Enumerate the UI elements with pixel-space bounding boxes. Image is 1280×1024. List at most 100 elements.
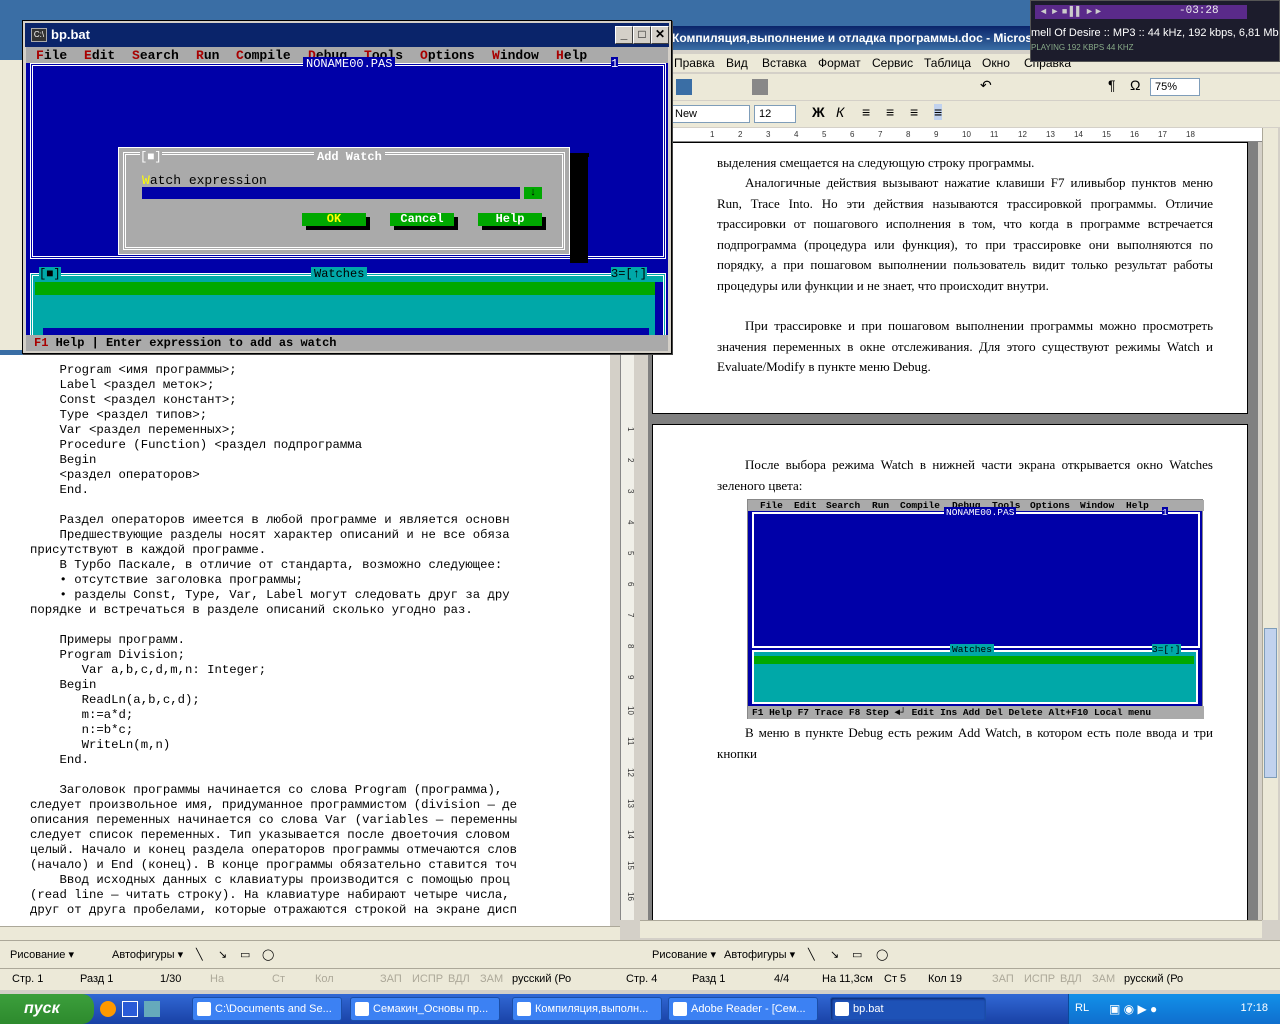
menu-format[interactable]: Формат [818, 56, 861, 70]
status-f1-key[interactable]: F1 [34, 336, 48, 350]
right-hscrollbar[interactable] [640, 920, 1262, 938]
ruler-mark: 8 [626, 644, 635, 649]
maximize-button[interactable]: □ [633, 26, 651, 44]
arrow-icon[interactable]: ↘ [218, 948, 227, 961]
undo-icon[interactable]: ↶ [980, 77, 992, 94]
taskbar-item[interactable]: C:\Documents and Se... [192, 997, 342, 1021]
winamp-player: ◄ ► ■ ▌▌ ►► -03:28 mell Of Desire :: MP3… [1030, 0, 1280, 62]
menu-tools[interactable]: Сервис [872, 56, 913, 70]
tp-menu-search[interactable]: Search [132, 48, 179, 63]
doc-line: Примеры программ. [30, 633, 185, 647]
close-button[interactable]: ✕ [651, 26, 669, 44]
autoshapes-button-right[interactable]: Автофигуры ▾ [724, 948, 795, 961]
mini-menu-item: Search [826, 500, 861, 511]
rectangle-icon[interactable]: ▭ [240, 948, 250, 961]
help-button[interactable]: Help [478, 213, 542, 226]
taskbar-item[interactable]: Семакин_Основы пр... [350, 997, 500, 1021]
line-icon[interactable]: ╲ [808, 948, 815, 961]
tp-watches-number[interactable]: 3=[↑] [611, 267, 648, 281]
align-center-icon[interactable]: ≡ [886, 104, 894, 120]
horizontal-ruler[interactable]: 1 2 3 4 5 6 7 8 9 10 11 12 13 14 15 16 17 18 [670, 128, 1270, 142]
print-icon[interactable] [752, 79, 768, 95]
rectangle-icon[interactable]: ▭ [852, 948, 862, 961]
ruler-mark: 4 [794, 130, 799, 139]
tp-menu-options[interactable]: Options [420, 48, 475, 63]
ok-button[interactable]: OK [302, 213, 366, 226]
oval-icon[interactable]: ◯ [262, 948, 274, 961]
quicklaunch-icon[interactable] [100, 1001, 116, 1017]
tp-menu-window[interactable]: Window [492, 48, 539, 63]
tp-menu-file[interactable]: File [36, 48, 67, 63]
tp-menu-edit[interactable]: Edit [84, 48, 115, 63]
language-indicator[interactable]: RL [1075, 1002, 1089, 1014]
taskbar-item[interactable]: bp.bat [830, 997, 986, 1021]
document-page-3[interactable]: выделения смещается на следующую строку … [652, 142, 1248, 414]
minimize-button[interactable]: _ [615, 26, 633, 44]
arrow-icon[interactable]: ↘ [830, 948, 839, 961]
bp-titlebar[interactable]: C:\ bp.bat _ □ ✕ [25, 23, 669, 47]
autoshapes-button[interactable]: Автофигуры ▾ [112, 948, 183, 961]
line-icon[interactable]: ╲ [196, 948, 203, 961]
status-rec[interactable]: ЗАП [992, 973, 1014, 985]
watches-selection-bar[interactable] [35, 282, 661, 295]
status-help-label[interactable]: Help [56, 336, 85, 350]
size-select[interactable]: 12 [754, 105, 796, 123]
embedded-turbo-pascal-screenshot: File Edit Search Run Compile Debug Tools Option… [747, 499, 1204, 719]
winamp-buttons-icon[interactable]: ◄ ► ■ ▌▌ ►► [1039, 6, 1103, 16]
align-right-icon[interactable]: ≡ [910, 104, 918, 120]
paragraph-marks-icon[interactable]: ¶ [1108, 77, 1116, 93]
taskbar-item[interactable]: Adobe Reader - [Сем... [668, 997, 818, 1021]
cancel-button[interactable]: Cancel [390, 213, 454, 226]
quicklaunch-word-icon[interactable] [122, 1001, 138, 1017]
tp-menu-run[interactable]: Run [196, 48, 219, 63]
winamp-time: -03:28 [1179, 5, 1219, 17]
watches-vscrollbar[interactable] [655, 282, 663, 336]
status-ext[interactable]: ВДЛ [1060, 973, 1082, 985]
watch-expression-input[interactable] [142, 187, 520, 199]
tp-editor-number: 1 [611, 57, 619, 71]
save-icon[interactable] [676, 79, 692, 95]
status-ext[interactable]: ВДЛ [448, 973, 470, 985]
tp-menu-compile[interactable]: Compile [236, 48, 291, 63]
omega-icon[interactable]: Ω [1130, 77, 1140, 93]
status-trk[interactable]: ИСПР [412, 973, 443, 985]
tp-menu-help[interactable]: Help [556, 48, 587, 63]
ruler-mark: 9 [934, 130, 939, 139]
document-page-4[interactable]: После выбора режима Watch в нижней части… [652, 424, 1248, 924]
right-vertical-scrollbar[interactable] [1262, 128, 1278, 920]
font-select[interactable]: New [670, 105, 750, 123]
draw-menu-button[interactable]: Рисование ▾ [10, 948, 74, 961]
quicklaunch-desktop-icon[interactable] [144, 1001, 160, 1017]
italic-icon[interactable]: К [836, 104, 844, 120]
watches-close-icon[interactable]: [■] [39, 267, 61, 281]
clock[interactable]: 17:18 [1240, 1002, 1268, 1014]
mini-menu-item: Window [1080, 500, 1115, 511]
taskbar-item[interactable]: Компиляция,выполн... [512, 997, 662, 1021]
tray-icons[interactable]: ▣ ◉ ▶ ● [1109, 1002, 1157, 1016]
ruler-mark: 16 [1130, 130, 1139, 139]
status-rec[interactable]: ЗАП [380, 973, 402, 985]
align-left-icon[interactable]: ≡ [862, 104, 870, 120]
status-ovr[interactable]: ЗАМ [480, 973, 503, 985]
app-icon [835, 1002, 849, 1016]
scroll-thumb[interactable] [1264, 628, 1277, 778]
left-document-page[interactable]: Program <имя программы>; Label <раздел м… [30, 355, 610, 927]
menu-table[interactable]: Таблица [924, 56, 971, 70]
doc-line: • разделы Const, Type, Var, Label могут … [30, 588, 510, 602]
menu-window[interactable]: Окно [982, 56, 1010, 70]
status-ovr[interactable]: ЗАМ [1092, 973, 1115, 985]
start-button[interactable]: пуск [0, 994, 94, 1024]
menu-insert[interactable]: Вставка [762, 56, 807, 70]
menu-edit[interactable]: Правка [674, 56, 715, 70]
bold-icon[interactable]: Ж [812, 104, 825, 120]
draw-menu-button-right[interactable]: Рисование ▾ [652, 948, 716, 961]
zoom-select[interactable]: 75% [1150, 78, 1200, 96]
oval-icon[interactable]: ◯ [876, 948, 888, 961]
dialog-close-icon[interactable]: [■] [140, 150, 162, 164]
doc-line: Заголовок программы начинается со слова … [30, 783, 503, 797]
menu-view[interactable]: Вид [726, 56, 748, 70]
justify-icon[interactable]: ≡ [934, 104, 943, 120]
left-hscrollbar[interactable] [0, 926, 620, 940]
status-trk[interactable]: ИСПР [1024, 973, 1055, 985]
history-dropdown-icon[interactable]: ↓ [524, 187, 542, 199]
